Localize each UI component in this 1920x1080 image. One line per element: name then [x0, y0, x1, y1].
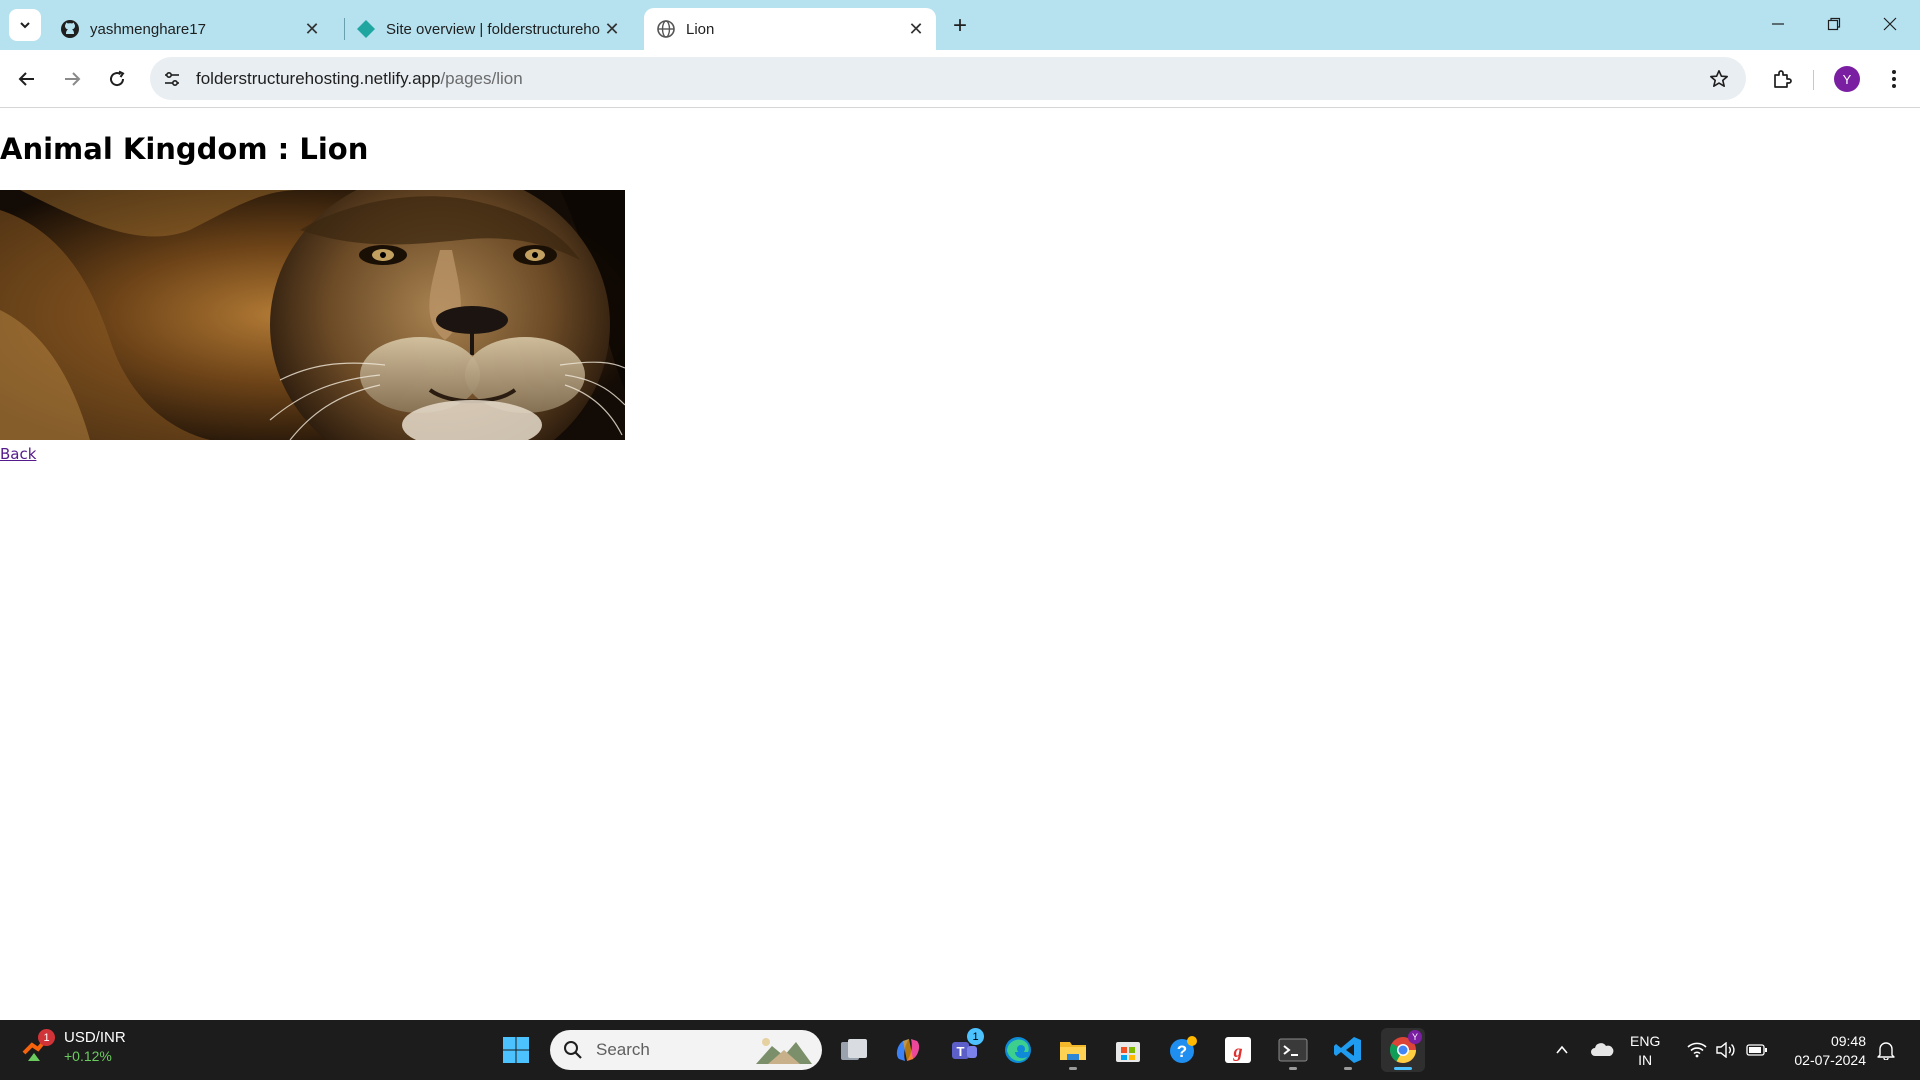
url-host: folderstructurehosting.netlify.app — [196, 68, 441, 88]
language-indicator[interactable]: ENG IN — [1630, 1032, 1660, 1070]
volume-icon[interactable] — [1714, 1034, 1738, 1066]
url-path: /pages/lion — [440, 68, 523, 88]
close-icon — [1883, 17, 1897, 31]
tab-search-button[interactable] — [9, 9, 41, 41]
tab-lion[interactable]: Lion ✕ — [644, 8, 936, 50]
onedrive-icon[interactable] — [1588, 1034, 1616, 1066]
widget-change: +0.12% — [64, 1048, 112, 1064]
language-region: IN — [1638, 1052, 1653, 1068]
chrome-icon[interactable]: Y — [1381, 1028, 1425, 1072]
extensions-button[interactable] — [1764, 61, 1800, 97]
chevron-down-icon — [20, 22, 30, 29]
tab-title: Lion — [686, 20, 715, 38]
notifications-bell-icon[interactable] — [1874, 1034, 1898, 1066]
currency-chart-icon: 1 — [20, 1029, 55, 1063]
file-explorer-icon[interactable] — [1051, 1028, 1095, 1072]
chrome-menu-button[interactable] — [1876, 61, 1912, 97]
chevron-up-icon — [1556, 1045, 1568, 1054]
forward-button[interactable] — [54, 61, 90, 97]
running-indicator — [1289, 1067, 1297, 1070]
site-info-button[interactable] — [152, 59, 192, 99]
close-icon[interactable]: ✕ — [600, 17, 624, 41]
puzzle-icon — [1774, 70, 1792, 88]
language-code: ENG — [1630, 1033, 1661, 1049]
back-button[interactable] — [9, 61, 45, 97]
chrome-profile-badge: Y — [1408, 1030, 1422, 1044]
close-icon[interactable]: ✕ — [300, 17, 324, 41]
widget-title: USD/INR — [64, 1029, 126, 1046]
reload-icon — [110, 70, 125, 87]
netlify-icon — [356, 19, 376, 39]
windows-taskbar: 1 USD/INR +0.12% Search T 1 ? g Y ENG IN… — [0, 1020, 1920, 1080]
arrow-right-icon — [65, 72, 81, 86]
edge-icon[interactable] — [996, 1028, 1040, 1072]
show-hidden-icons-button[interactable] — [1550, 1034, 1574, 1066]
restore-button[interactable] — [1806, 0, 1862, 48]
running-indicator — [1344, 1067, 1352, 1070]
battery-icon[interactable] — [1744, 1034, 1770, 1066]
web-page: Animal Kingdom : Lion Back — [0, 108, 1920, 1020]
new-tab-button[interactable]: + — [946, 12, 974, 40]
copilot-icon[interactable] — [886, 1028, 930, 1072]
toolbar-divider — [1813, 70, 1814, 90]
arrow-left-icon — [18, 72, 34, 86]
svg-text:?: ? — [1177, 1042, 1187, 1061]
page-heading: Animal Kingdom : Lion — [0, 132, 369, 166]
microsoft-store-icon[interactable] — [1106, 1028, 1150, 1072]
restore-icon — [1827, 17, 1841, 31]
github-icon — [60, 19, 80, 39]
minimize-icon — [1772, 23, 1784, 25]
bookmark-star-icon[interactable] — [1706, 66, 1732, 92]
globe-icon — [656, 19, 676, 39]
grammarly-icon[interactable]: g — [1216, 1028, 1260, 1072]
task-view-icon[interactable] — [832, 1028, 876, 1072]
terminal-icon[interactable] — [1271, 1028, 1315, 1072]
address-bar[interactable]: folderstructurehosting.netlify.app/pages… — [150, 57, 1746, 100]
search-placeholder: Search — [596, 1040, 650, 1059]
taskbar-search[interactable]: Search — [550, 1030, 822, 1070]
clock-time: 09:48 — [1830, 1033, 1866, 1049]
search-highlight-icon — [754, 1034, 814, 1071]
more-vert-icon — [1892, 70, 1896, 88]
lion-image — [0, 190, 625, 440]
plus-icon: + — [952, 12, 967, 39]
minimize-button[interactable] — [1750, 0, 1806, 48]
browser-toolbar: folderstructurehosting.netlify.app/pages… — [0, 50, 1920, 108]
tab-netlify[interactable]: Site overview | folderstructurehosting ✕ — [356, 8, 632, 50]
active-indicator — [1394, 1067, 1412, 1070]
get-help-icon[interactable]: ? — [1161, 1028, 1205, 1072]
url-text[interactable]: folderstructurehosting.netlify.app/pages… — [196, 69, 523, 89]
widgets-button[interactable]: 1 USD/INR +0.12% — [20, 1028, 126, 1066]
close-window-button[interactable] — [1862, 0, 1918, 48]
teams-icon[interactable]: T 1 — [942, 1028, 986, 1072]
wifi-icon[interactable] — [1685, 1034, 1709, 1066]
tab-strip: yashmenghare17 ✕ Site overview | folders… — [0, 0, 1920, 50]
tab-title: Site overview | folderstructurehosting — [386, 20, 600, 38]
back-link[interactable]: Back — [0, 445, 36, 463]
tab-github[interactable]: yashmenghare17 ✕ — [58, 8, 332, 50]
widget-badge: 1 — [38, 1029, 55, 1046]
clock[interactable]: 09:48 02-07-2024 — [1782, 1032, 1866, 1070]
reload-button[interactable] — [99, 61, 135, 97]
svg-text:T: T — [957, 1044, 965, 1059]
tune-icon — [165, 71, 179, 86]
teams-badge: 1 — [967, 1028, 984, 1045]
profile-avatar[interactable]: Y — [1834, 66, 1860, 92]
vscode-icon[interactable] — [1326, 1028, 1370, 1072]
running-indicator — [1069, 1067, 1077, 1070]
search-icon — [562, 1039, 584, 1061]
windows-logo-icon — [503, 1037, 529, 1063]
start-button[interactable] — [494, 1028, 538, 1072]
tab-title: yashmenghare17 — [90, 20, 206, 38]
svg-text:g: g — [1233, 1041, 1243, 1061]
close-icon[interactable]: ✕ — [904, 17, 928, 41]
tab-divider — [344, 18, 345, 40]
clock-date: 02-07-2024 — [1794, 1052, 1866, 1068]
